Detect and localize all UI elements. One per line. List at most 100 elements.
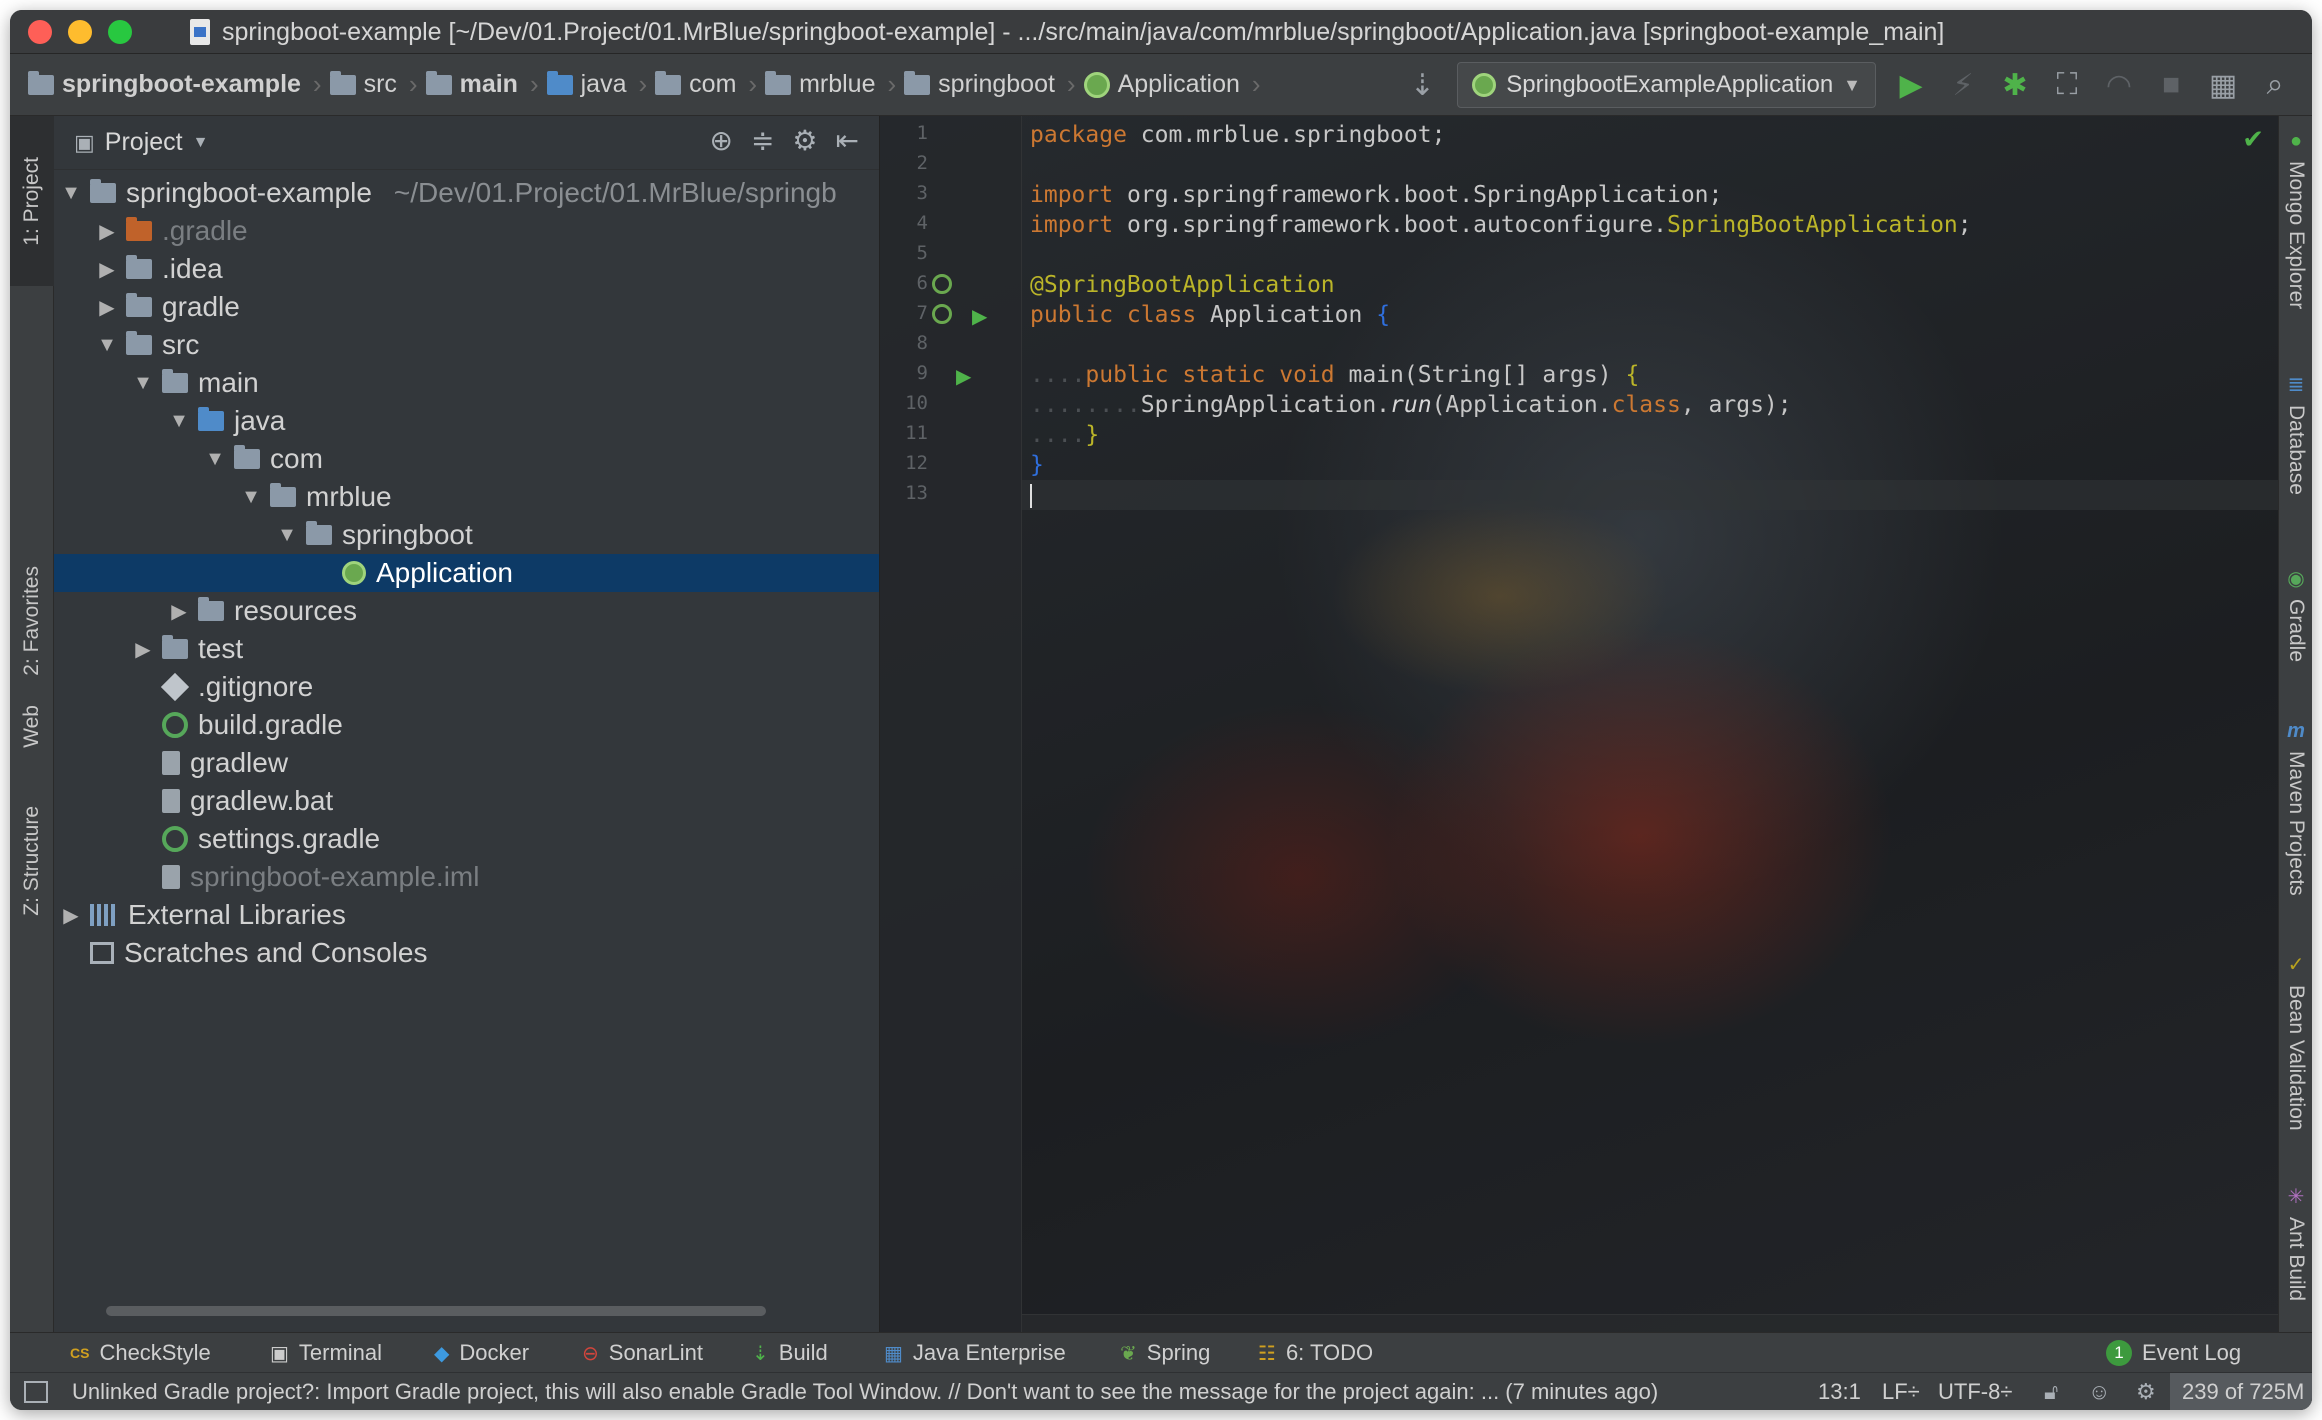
inspector-icon[interactable]: ☺ [2088, 1373, 2110, 1410]
tab-maven-projects[interactable]: m Maven Projects [2279, 720, 2312, 896]
expanded-arrow-icon[interactable]: ▼ [274, 524, 300, 547]
tree-node-springboot[interactable]: ▼ springboot [54, 516, 879, 554]
run-gutter-icon[interactable]: ▶ [972, 304, 987, 329]
tab-mongo-explorer[interactable]: ● Mongo Explorer [2279, 130, 2312, 309]
expanded-arrow-icon[interactable]: ▼ [238, 486, 264, 509]
tab-database[interactable]: ≣ Database [2279, 372, 2312, 495]
tab-java-enterprise[interactable]: ▦ Java Enterprise [884, 1333, 1066, 1373]
update-running-app-icon[interactable]: ⚡ [1946, 68, 1980, 103]
tree-node-com[interactable]: ▼ com [54, 440, 879, 478]
tree-node-main[interactable]: ▼ main [54, 364, 879, 402]
debug-icon[interactable]: ✱ [1998, 68, 2032, 103]
tree-node-idea[interactable]: ▶ .idea [54, 250, 879, 288]
tab-ant-build[interactable]: ✳ Ant Build [2279, 1184, 2312, 1301]
editor-gutter: 1 2 3 4 5 6 7 8 9 10 11 12 13 ▶ ▶ [880, 116, 1022, 1332]
tree-node-gradlew-bat[interactable]: gradlew.bat [54, 782, 879, 820]
breadcrumb-java[interactable]: java [546, 70, 637, 99]
tree-node-application[interactable]: Application [54, 554, 879, 592]
tree-node-build-gradle[interactable]: build.gradle [54, 706, 879, 744]
tree-node-gradle-cache[interactable]: ▶ .gradle [54, 212, 879, 250]
locate-file-icon[interactable]: ⊕ [709, 124, 732, 157]
hide-panel-icon[interactable]: ⇤ [836, 124, 859, 157]
tree-node-project-root[interactable]: ▼ springboot-example ~/Dev/01.Project/01… [54, 174, 879, 212]
tree-node-src[interactable]: ▼ src [54, 326, 879, 364]
collapsed-arrow-icon[interactable]: ▶ [166, 599, 192, 624]
expanded-arrow-icon[interactable]: ▼ [166, 410, 192, 433]
expanded-arrow-icon[interactable]: ▼ [58, 182, 84, 205]
minimize-window-button[interactable] [68, 19, 92, 44]
tree-node-external-libraries[interactable]: ▶ External Libraries [54, 896, 879, 934]
expanded-arrow-icon[interactable]: ▼ [130, 372, 156, 395]
collapsed-arrow-icon[interactable]: ▶ [94, 295, 120, 320]
tab-structure[interactable]: Z: Structure [10, 796, 54, 926]
tab-spring[interactable]: ❦ Spring [1120, 1333, 1210, 1373]
run-gutter-icon[interactable]: ▶ [956, 364, 971, 389]
run-with-coverage-icon[interactable]: ⛶ [2050, 68, 2084, 102]
project-structure-icon[interactable]: ▦ [2206, 68, 2240, 103]
breadcrumb-springboot[interactable]: springboot [904, 70, 1065, 99]
status-message[interactable]: Unlinked Gradle project?: Import Gradle … [72, 1373, 1658, 1410]
tab-favorites[interactable]: 2: Favorites [10, 556, 54, 686]
collapsed-arrow-icon[interactable]: ▶ [94, 219, 120, 244]
project-horizontal-scrollbar[interactable] [106, 1306, 766, 1316]
file-encoding[interactable]: UTF-8÷ [1938, 1373, 2012, 1410]
spring-bean-gutter-icon[interactable] [932, 304, 952, 324]
breadcrumb-project[interactable]: springboot-example [28, 70, 311, 99]
tree-node-test[interactable]: ▶ test [54, 630, 879, 668]
project-panel-title[interactable]: Project [105, 128, 183, 157]
tree-node-gradle[interactable]: ▶ gradle [54, 288, 879, 326]
maximize-window-button[interactable] [108, 19, 132, 44]
breadcrumb-mrblue[interactable]: mrblue [765, 70, 885, 99]
breadcrumb-label: com [689, 70, 737, 98]
run-icon[interactable]: ▶ [1894, 68, 1928, 103]
build-project-icon[interactable]: ⇣ [1405, 68, 1439, 103]
tree-node-gitignore[interactable]: .gitignore [54, 668, 879, 706]
editor-horizontal-scrollbar[interactable] [1022, 1314, 2278, 1332]
tree-node-java[interactable]: ▼ java [54, 402, 879, 440]
chevron-down-icon[interactable]: ▼ [193, 134, 209, 152]
tab-event-log[interactable]: 1 Event Log [2106, 1333, 2241, 1373]
tab-terminal[interactable]: ▣ Terminal [270, 1333, 382, 1373]
tab-bean-validation-label: Bean Validation [2285, 985, 2308, 1131]
tab-project[interactable]: 1: Project [10, 116, 54, 286]
tab-bean-validation[interactable]: ✓ Bean Validation [2279, 952, 2312, 1131]
breadcrumb-main[interactable]: main [425, 70, 528, 99]
line-separator[interactable]: LF÷ [1882, 1373, 1920, 1410]
tree-node-scratches[interactable]: Scratches and Consoles [54, 934, 879, 972]
tree-node-resources[interactable]: ▶ resources [54, 592, 879, 630]
collapsed-arrow-icon[interactable]: ▶ [130, 637, 156, 662]
tab-web[interactable]: Web [10, 696, 54, 756]
breadcrumb-application[interactable]: Application [1083, 70, 1250, 99]
tree-node-iml[interactable]: springboot-example.iml [54, 858, 879, 896]
tree-node-mrblue[interactable]: ▼ mrblue [54, 478, 879, 516]
toggle-tool-windows-icon[interactable] [24, 1373, 48, 1410]
lock-icon[interactable]: 🔓︎ [2044, 1373, 2058, 1410]
memory-indicator[interactable]: 239 of 725M [2170, 1373, 2312, 1410]
line-number: 9 [916, 362, 928, 384]
close-window-button[interactable] [28, 19, 52, 44]
expanded-arrow-icon[interactable]: ▼ [202, 448, 228, 471]
tab-sonarlint[interactable]: ⊖ SonarLint [582, 1333, 703, 1373]
profile-icon[interactable]: ◠ [2102, 68, 2136, 103]
expanded-arrow-icon[interactable]: ▼ [94, 334, 120, 357]
stop-icon[interactable]: ■ [2154, 68, 2188, 102]
search-icon[interactable]: ⌕ [2258, 68, 2292, 102]
tree-node-settings-gradle[interactable]: settings.gradle [54, 820, 879, 858]
collapsed-arrow-icon[interactable]: ▶ [58, 903, 84, 928]
caret-position[interactable]: 13:1 [1818, 1373, 1861, 1410]
breadcrumb-com[interactable]: com [655, 70, 746, 99]
tab-todo[interactable]: ☷ 6: TODO [1258, 1333, 1373, 1373]
breadcrumb-src[interactable]: src [329, 70, 407, 99]
tree-node-gradlew[interactable]: gradlew [54, 744, 879, 782]
tab-checkstyle[interactable]: CS CheckStyle [70, 1333, 211, 1373]
run-configuration-select[interactable]: SpringbootExampleApplication ▼ [1457, 62, 1876, 108]
collapse-all-icon[interactable]: ≑ [751, 124, 774, 157]
tab-build[interactable]: ⇣ Build [752, 1333, 828, 1373]
settings-gear-icon[interactable]: ⚙ [792, 124, 817, 157]
code-editor[interactable]: 1 2 3 4 5 6 7 8 9 10 11 12 13 ▶ ▶ packag… [880, 116, 2278, 1332]
background-tasks-icon[interactable]: ⚙ [2136, 1373, 2156, 1410]
spring-bean-gutter-icon[interactable] [932, 274, 952, 294]
tab-docker[interactable]: ◆ Docker [434, 1333, 529, 1373]
collapsed-arrow-icon[interactable]: ▶ [94, 257, 120, 282]
tab-gradle[interactable]: ◉ Gradle [2279, 566, 2312, 662]
